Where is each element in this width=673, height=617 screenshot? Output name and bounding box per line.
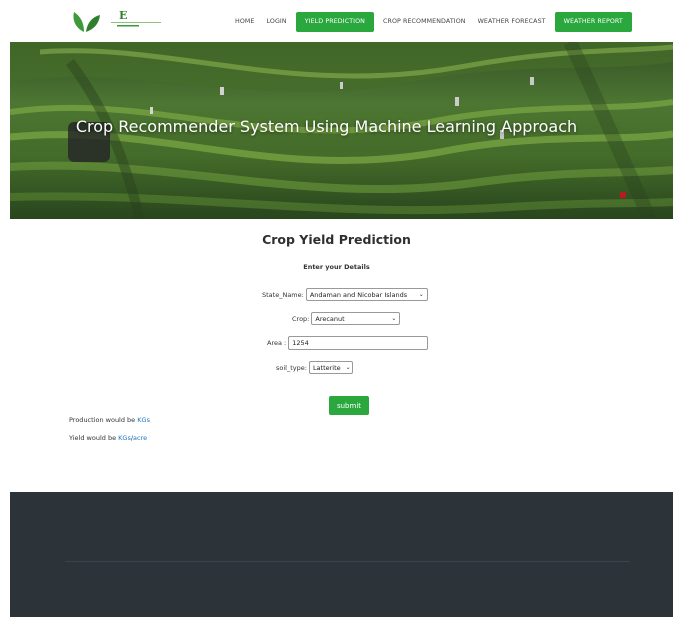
nav-yield-prediction[interactable]: YIELD PREDICTION [295,12,374,32]
crop-row: Crop: Arecanut ⌄ [292,312,401,325]
soil-select[interactable]: Latterite ⌄ [308,361,353,374]
nav-weather-report[interactable]: WEATHER REPORT [554,12,632,32]
footer [10,492,673,617]
production-text: Production would be [69,416,136,424]
svg-text:E: E [119,9,127,22]
nav-home[interactable]: HOME [229,12,261,32]
nav-login[interactable]: LOGIN [261,12,293,32]
submit-button[interactable]: submit [329,396,369,415]
crop-value: Arecanut [315,314,345,323]
crop-select[interactable]: Arecanut ⌄ [311,312,401,325]
state-select[interactable]: Andaman and Nicobar Islands ⌄ [305,288,428,301]
production-result: Production would be KGs [69,416,150,424]
nav-crop-recommendation[interactable]: CROP RECOMMENDATION [377,12,472,32]
soil-label: soil_type: [276,363,307,372]
hero-title: Crop Recommender System Using Machine Le… [75,117,578,136]
form-subtitle: Enter your Details [303,263,370,271]
chevron-down-icon: ⌄ [391,314,397,322]
state-label: State_Name: [262,290,304,299]
production-unit: KGs [137,416,150,424]
soil-row: soil_type: Latterite ⌄ [276,361,353,374]
yield-unit-kgs: KGs [118,434,131,442]
chevron-down-icon: ⌄ [418,290,424,298]
soil-value: Latterite [312,363,341,372]
area-label: Area : [267,339,287,347]
state-value: Andaman and Nicobar Islands [309,290,408,299]
nav-weather-forecast[interactable]: WEATHER FORECAST [472,12,552,32]
chevron-down-icon: ⌄ [345,363,351,371]
yield-unit-acre: acre [133,434,148,442]
top-navbar: E HOME LOGIN YIELD PREDICTION CROP RECOM… [0,0,673,42]
page-title: Crop Yield Prediction [262,232,411,247]
brand-logo[interactable]: E [70,6,162,34]
area-row: Area : 1254 [267,336,429,350]
yield-text: Yield would be [69,434,117,442]
state-row: State_Name: Andaman and Nicobar Islands … [262,288,428,301]
yield-result: Yield would be KGs/acre [69,434,147,442]
crop-label: Crop: [292,314,310,323]
footer-divider [65,561,630,562]
area-input[interactable]: 1254 [288,336,429,350]
